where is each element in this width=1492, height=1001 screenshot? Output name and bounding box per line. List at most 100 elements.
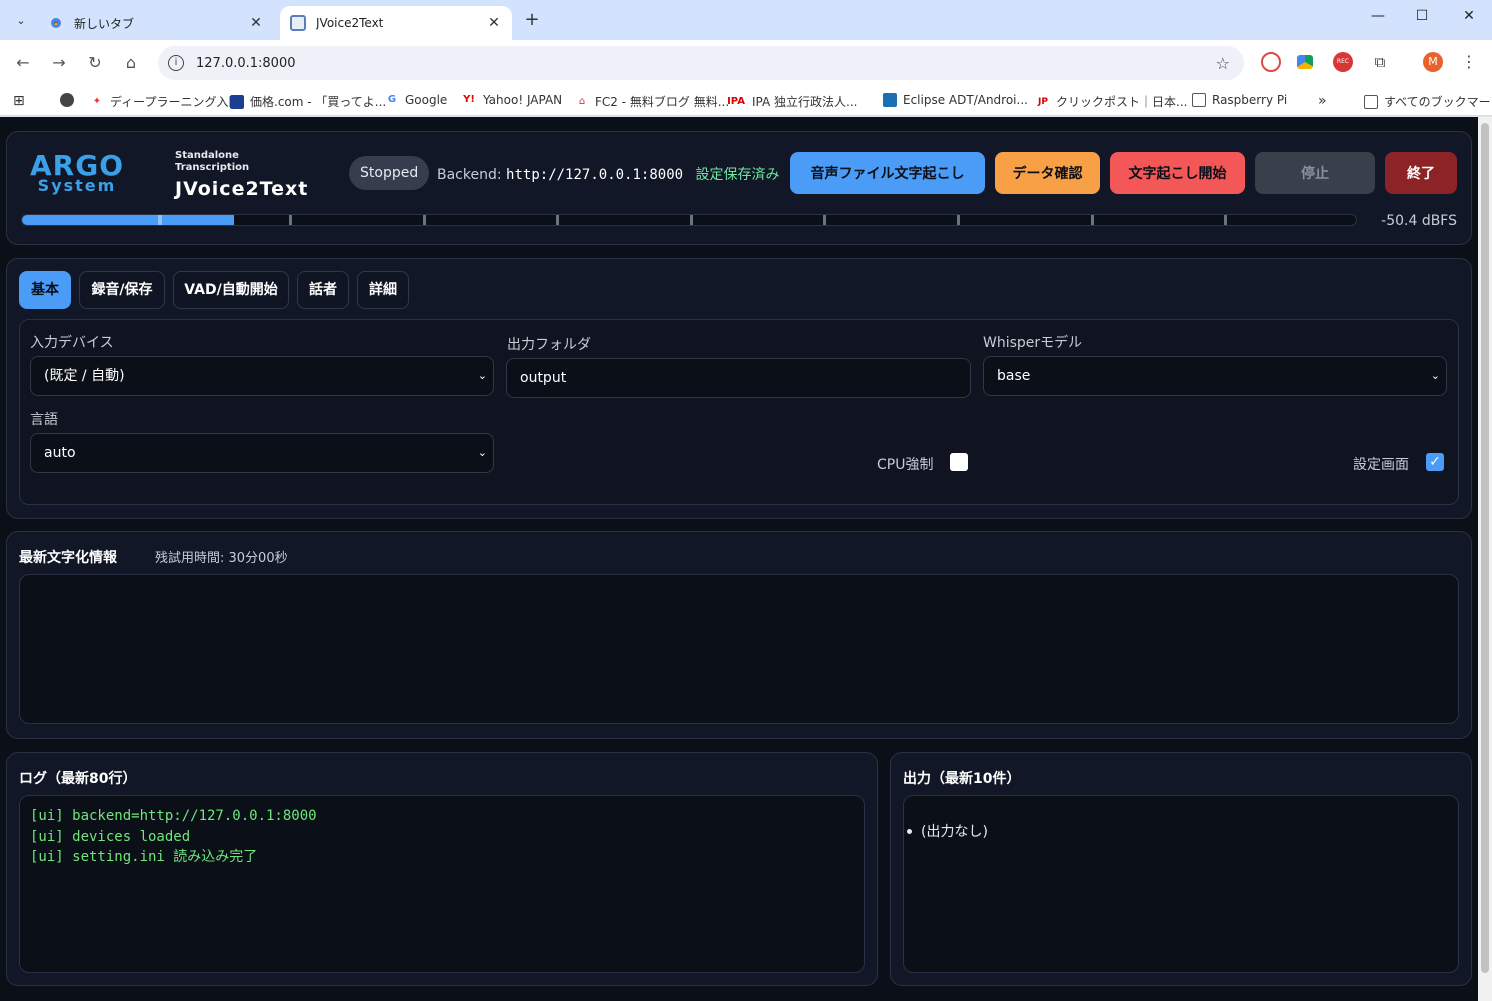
output-folder-value: output <box>520 370 567 386</box>
output-folder-input[interactable]: output <box>506 358 971 398</box>
back-arrow-icon[interactable]: ← <box>11 51 35 75</box>
log-card: ログ（最新80行） [ui] backend=http://127.0.0.1:… <box>6 752 878 986</box>
input-device-value: (既定 / 自動) <box>44 368 125 384</box>
bookmark-label: ディープラーニング入門 <box>110 95 241 109</box>
meter-tick <box>422 215 426 225</box>
home-icon[interactable]: ⌂ <box>119 51 143 75</box>
app-favicon-icon <box>290 15 306 31</box>
log-line: [ui] devices loaded <box>30 828 191 845</box>
bookmark-item[interactable]: ✦ ディープラーニング入門 <box>90 93 241 110</box>
exit-button[interactable]: 終了 <box>1385 152 1457 194</box>
input-device-select[interactable]: (既定 / 自動) ⌄ <box>30 356 494 396</box>
minimize-icon[interactable]: — <box>1366 8 1390 24</box>
language-label: 言語 <box>30 412 58 428</box>
file-transcribe-button[interactable]: 音声ファイル文字起こし <box>790 152 985 194</box>
tab-vad-autostart[interactable]: VAD/自動開始 <box>173 271 289 309</box>
rec-extension-icon[interactable]: REC <box>1333 52 1353 72</box>
meter-tick <box>1224 215 1228 225</box>
brand: Standalone Transcription JVoice2Text <box>175 150 308 200</box>
bookmark-label: 価格.com - 「買ってよ... <box>250 95 387 109</box>
maximize-icon[interactable]: ☐ <box>1410 8 1434 24</box>
bookmark-label: IPA 独立行政法人... <box>752 95 858 109</box>
tab-title: JVoice2Text <box>316 16 384 30</box>
backend-info: Backend: http://127.0.0.1:8000 設定保存済み <box>437 164 780 184</box>
forward-arrow-icon[interactable]: → <box>47 51 71 75</box>
latest-info-title: 最新文字化情報 <box>19 550 117 566</box>
settings-saved-text: 設定保存済み <box>695 167 780 183</box>
log-area[interactable]: [ui] backend=http://127.0.0.1:8000 [ui] … <box>19 795 865 973</box>
backend-url: http://127.0.0.1:8000 <box>506 167 684 183</box>
tab-search-button[interactable]: ⌄ <box>8 7 34 33</box>
language-value: auto <box>44 445 76 461</box>
meter-tick <box>1090 215 1094 225</box>
bookmark-item[interactable]: 価格.com - 「買ってよ... <box>230 93 386 110</box>
new-tab-button[interactable]: + <box>520 8 544 32</box>
chevron-down-icon: ⌄ <box>1430 369 1440 382</box>
output-title: 出力（最新10件） <box>903 771 1021 787</box>
globe-icon[interactable] <box>60 93 80 107</box>
latest-text-area[interactable] <box>19 574 1459 724</box>
drive-extension-icon[interactable] <box>1297 55 1313 69</box>
extensions-puzzle-icon[interactable]: ⧉ <box>1370 52 1390 72</box>
record-extension-icon[interactable] <box>1261 52 1281 72</box>
page-scrollbar[interactable] <box>1478 117 1492 1001</box>
whisper-model-value: base <box>997 368 1031 384</box>
brand-subtitle-line1: Standalone <box>175 150 239 161</box>
basic-settings-panel: 入力デバイス (既定 / 自動) ⌄ 出力フォルダ output Whisper… <box>19 319 1459 505</box>
output-list[interactable]: (出力なし) <box>903 795 1459 973</box>
data-check-button[interactable]: データ確認 <box>995 152 1100 194</box>
tab-basic[interactable]: 基本 <box>19 271 71 309</box>
settings-screen-checkbox[interactable]: ✓ <box>1426 453 1444 471</box>
cpu-force-checkbox[interactable] <box>950 453 968 471</box>
address-bar[interactable]: i 127.0.0.1:8000 ☆ <box>158 46 1244 80</box>
tab-details[interactable]: 詳細 <box>357 271 409 309</box>
bookmark-item[interactable]: ⌂ FC2 - 無料ブログ 無料... <box>575 93 729 110</box>
backend-label: Backend: <box>437 167 502 183</box>
window-close-icon[interactable]: ✕ <box>1457 8 1481 24</box>
bookmarks-overflow-icon[interactable]: » <box>1318 93 1327 109</box>
apps-grid-icon[interactable]: ⊞ <box>13 93 25 109</box>
tab-recording-save[interactable]: 録音/保存 <box>79 271 165 309</box>
bookmark-star-icon[interactable]: ☆ <box>1216 54 1230 73</box>
header-card: ARGO System Standalone Transcription JVo… <box>6 131 1472 245</box>
settings-card: 基本 録音/保存 VAD/自動開始 話者 詳細 入力デバイス (既定 / 自動)… <box>6 258 1472 519</box>
bookmark-item[interactable]: Y! Yahoo! JAPAN <box>461 93 562 107</box>
tab-speaker[interactable]: 話者 <box>297 271 349 309</box>
close-icon[interactable]: ✕ <box>248 15 264 31</box>
language-select[interactable]: auto ⌄ <box>30 433 494 473</box>
bookmark-item[interactable]: JP クリックポスト｜日本... <box>1036 93 1187 110</box>
bookmark-item[interactable]: Eclipse ADT/Androi... <box>883 93 1028 107</box>
profile-avatar[interactable]: M <box>1423 52 1443 72</box>
browser-tab-newtab[interactable]: 新しいタブ ✕ <box>38 6 274 40</box>
meter-tick <box>823 215 827 225</box>
start-transcription-button[interactable]: 文字起こし開始 <box>1110 152 1245 194</box>
browser-tabstrip: ⌄ 新しいタブ ✕ JVoice2Text ✕ + — ☐ ✕ <box>0 0 1492 40</box>
reload-icon[interactable]: ↻ <box>83 51 107 75</box>
close-icon[interactable]: ✕ <box>486 15 502 31</box>
stop-button[interactable]: 停止 <box>1255 152 1375 194</box>
whisper-model-select[interactable]: base ⌄ <box>983 356 1447 396</box>
site-info-icon[interactable]: i <box>168 55 184 71</box>
ipa-icon: IPA <box>727 95 745 107</box>
bookmark-item[interactable]: IPA IPA 独立行政法人... <box>726 93 857 110</box>
level-dbfs: -50.4 dBFS <box>1381 213 1457 229</box>
all-bookmarks-folder[interactable]: すべてのブックマーク <box>1364 93 1492 110</box>
latest-info-card: 最新文字化情報 残試用時間: 30分00秒 <box>6 531 1472 739</box>
level-meter-fill <box>22 215 235 225</box>
bookmark-folder[interactable]: Raspberry Pi <box>1192 93 1287 107</box>
meter-tick <box>289 215 292 225</box>
browser-tab-jvoice2text[interactable]: JVoice2Text ✕ <box>280 6 512 40</box>
log-line: [ui] backend=http://127.0.0.1:8000 <box>30 808 317 824</box>
output-item-text: (出力なし) <box>921 824 988 840</box>
log-line: [ui] setting.ini 読み込み完了 <box>30 849 258 865</box>
list-item: (出力なし) <box>907 821 1458 841</box>
chevron-down-icon: ⌄ <box>477 446 487 459</box>
browser-menu-icon[interactable]: ⋮ <box>1459 52 1479 72</box>
bookmark-label: すべてのブックマーク <box>1384 95 1492 109</box>
yahoo-icon: Y! <box>463 94 475 105</box>
settings-screen-label: 設定画面 <box>1353 457 1409 473</box>
app-page: ARGO System Standalone Transcription JVo… <box>0 117 1478 1001</box>
scrollbar-thumb[interactable] <box>1481 123 1489 973</box>
level-meter-peak <box>158 215 163 225</box>
bookmark-item[interactable]: G Google <box>385 93 447 107</box>
